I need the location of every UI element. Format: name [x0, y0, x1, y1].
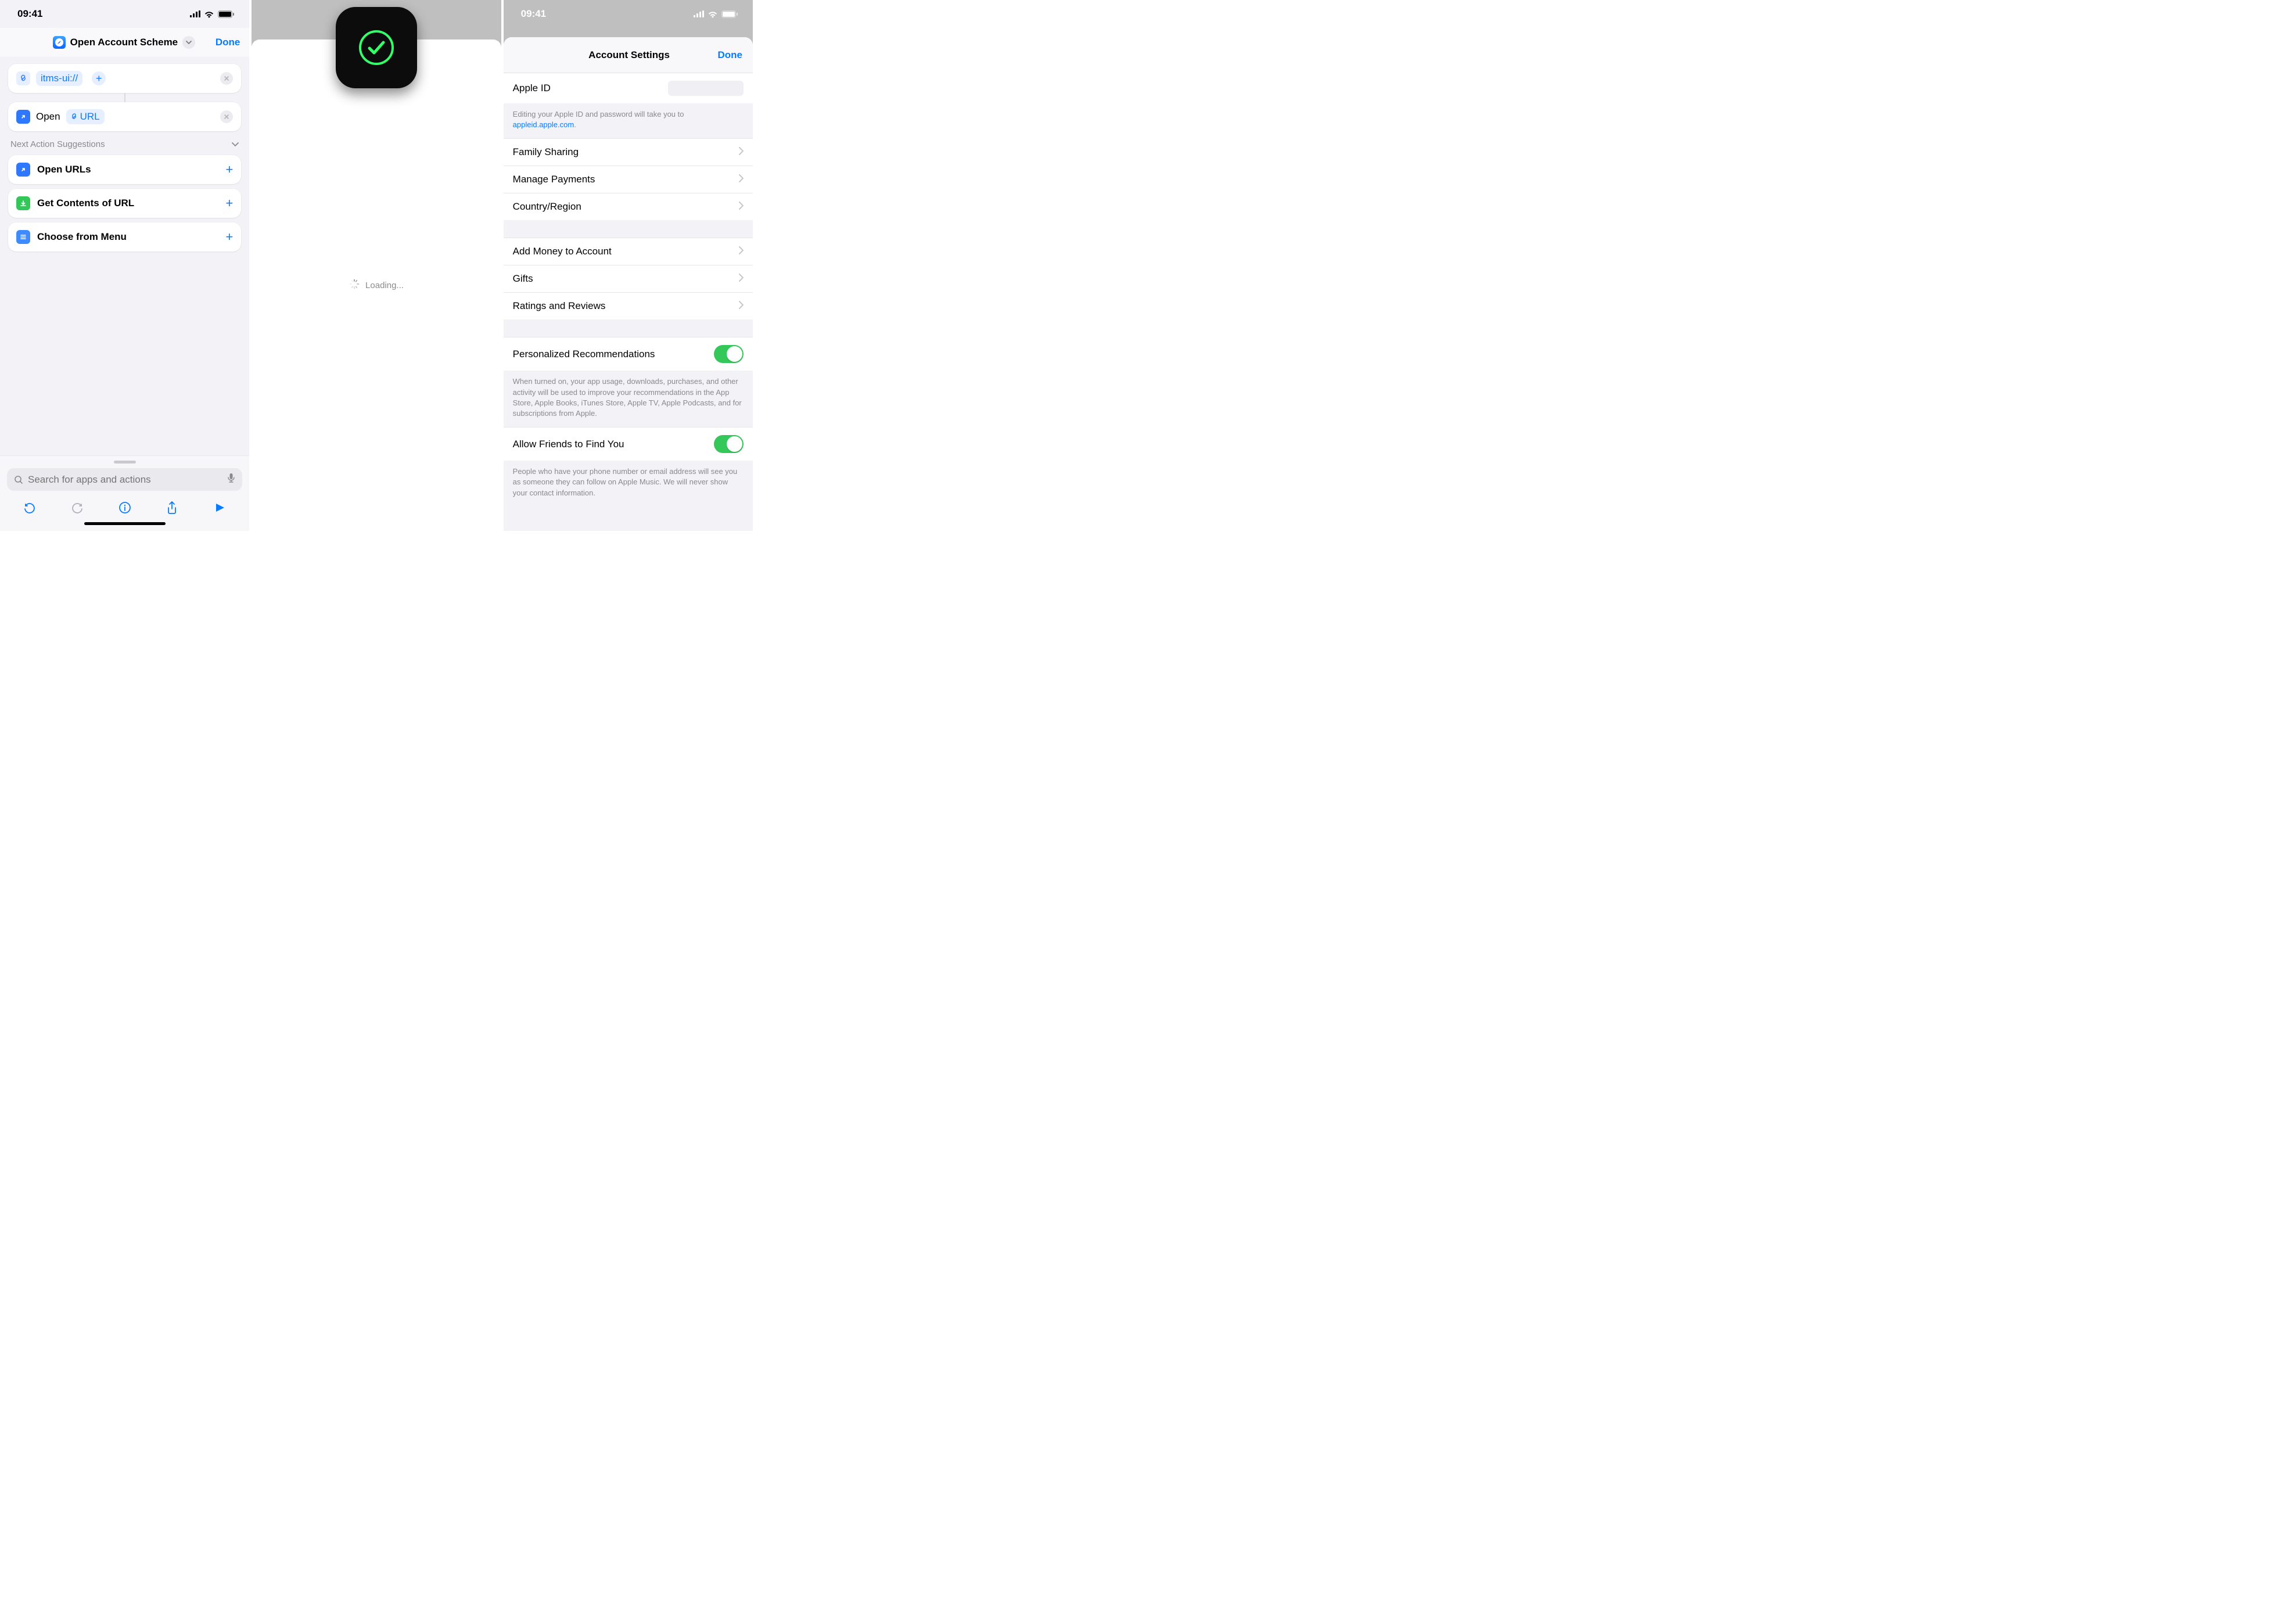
share-button[interactable]: [163, 499, 181, 516]
shortcut-title[interactable]: Open Account Scheme: [70, 37, 178, 48]
done-button[interactable]: Done: [216, 37, 240, 48]
wifi-icon: [204, 10, 214, 18]
cellular-icon: [694, 10, 704, 17]
suggestion-choose-menu[interactable]: Choose from Menu +: [8, 222, 241, 251]
manage-payments-cell[interactable]: Manage Payments: [504, 166, 753, 193]
url-action-card[interactable]: itms-ui:// +: [8, 64, 241, 93]
spinner-icon: [349, 279, 360, 292]
add-suggestion-button[interactable]: +: [225, 196, 233, 211]
done-button[interactable]: Done: [717, 49, 742, 61]
open-action-param[interactable]: URL: [66, 109, 105, 124]
appleid-link[interactable]: appleid.apple.com: [513, 120, 574, 129]
clear-open-button[interactable]: [220, 110, 233, 123]
status-bar: 09:41: [0, 0, 249, 28]
battery-icon: [218, 10, 234, 18]
apple-id-cell[interactable]: Apple ID: [504, 73, 753, 103]
status-time: 09:41: [521, 8, 546, 20]
open-action-card[interactable]: Open URL: [8, 102, 241, 131]
sheet-title: Account Settings: [541, 49, 718, 61]
home-indicator[interactable]: [84, 522, 166, 525]
safari-icon: [53, 36, 66, 49]
editor-toolbar: [7, 491, 242, 518]
menu-icon: [16, 230, 30, 244]
allow-friends-footer: People who have your phone number or ema…: [504, 461, 753, 506]
title-menu-button[interactable]: [182, 36, 195, 49]
add-url-button[interactable]: +: [92, 71, 106, 85]
bottom-drawer: [0, 456, 249, 531]
battery-icon: [721, 10, 738, 18]
chevron-right-icon: [739, 246, 744, 257]
wifi-icon: [707, 10, 718, 18]
allow-friends-cell: Allow Friends to Find You: [504, 427, 753, 461]
info-button[interactable]: [116, 499, 134, 516]
search-input[interactable]: [28, 474, 222, 486]
success-overlay: [336, 7, 417, 88]
status-time: 09:41: [17, 8, 42, 20]
download-icon: [16, 196, 30, 210]
link-icon: [16, 71, 30, 85]
run-button[interactable]: [211, 499, 228, 516]
cellular-icon: [190, 10, 200, 17]
sheet-nav: Account Settings Done: [504, 37, 753, 73]
clear-url-button[interactable]: [220, 72, 233, 85]
add-suggestion-button[interactable]: +: [225, 229, 233, 245]
account-settings-screen: 09:41 Account Settings Done Apple ID Edi…: [504, 0, 753, 531]
search-bar[interactable]: [7, 468, 242, 491]
gifts-cell[interactable]: Gifts: [504, 265, 753, 293]
open-action-icon: [16, 110, 30, 124]
add-suggestion-button[interactable]: +: [225, 162, 233, 177]
chevron-right-icon: [739, 300, 744, 312]
chevron-right-icon: [739, 273, 744, 285]
loading-label: Loading...: [365, 281, 404, 290]
suggestion-get-contents[interactable]: Get Contents of URL +: [8, 189, 241, 218]
country-region-cell[interactable]: Country/Region: [504, 193, 753, 220]
personalized-recs-footer: When turned on, your app usage, download…: [504, 371, 753, 427]
family-sharing-cell[interactable]: Family Sharing: [504, 139, 753, 166]
open-action-label: Open: [36, 111, 60, 123]
loading-sheet: Loading...: [252, 39, 501, 531]
drawer-grabber[interactable]: [114, 461, 136, 464]
status-bar: 09:41: [504, 0, 753, 28]
personalized-recs-cell: Personalized Recommendations: [504, 337, 753, 371]
loading-screen: Loading...: [252, 0, 501, 531]
suggestions-header[interactable]: Next Action Suggestions: [8, 131, 241, 155]
allow-friends-toggle[interactable]: [714, 435, 744, 453]
chevron-right-icon: [739, 174, 744, 185]
editor-header: Open Account Scheme Done: [0, 28, 249, 57]
chevron-right-icon: [739, 146, 744, 158]
chevron-right-icon: [739, 201, 744, 213]
personalized-recs-toggle[interactable]: [714, 345, 744, 363]
shortcuts-editor-screen: 09:41 Open Account Scheme Done: [0, 0, 249, 531]
apple-id-footer: Editing your Apple ID and password will …: [504, 103, 753, 138]
apple-id-value: [668, 81, 744, 96]
open-urls-icon: [16, 163, 30, 177]
add-money-cell[interactable]: Add Money to Account: [504, 238, 753, 265]
mic-icon[interactable]: [227, 473, 235, 486]
suggestion-open-urls[interactable]: Open URLs +: [8, 155, 241, 184]
ratings-reviews-cell[interactable]: Ratings and Reviews: [504, 293, 753, 319]
redo-button[interactable]: [69, 499, 86, 516]
undo-button[interactable]: [21, 499, 38, 516]
action-connector: [8, 93, 241, 102]
url-value[interactable]: itms-ui://: [36, 71, 82, 86]
